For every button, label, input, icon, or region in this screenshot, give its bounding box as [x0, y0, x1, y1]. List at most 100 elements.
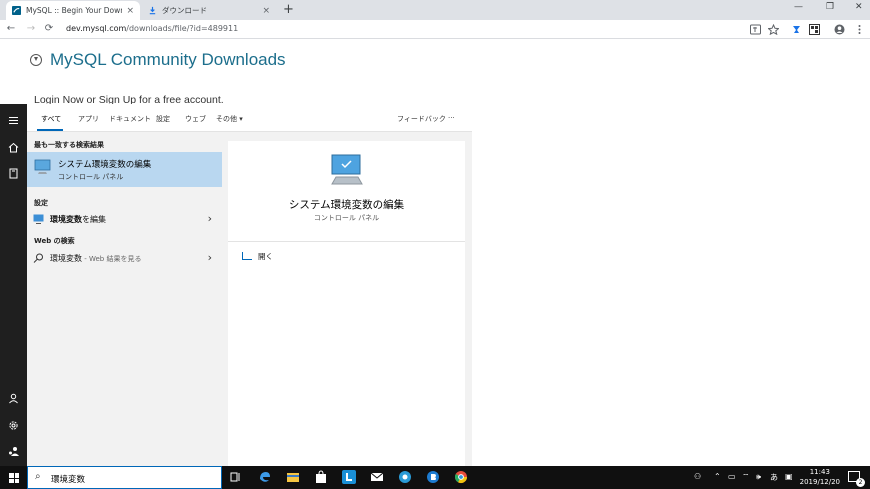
more-options-button[interactable]: ··· [448, 114, 455, 122]
page-title: MySQL Community Downloads [50, 50, 286, 69]
people-icon[interactable]: ⚇ [694, 472, 701, 481]
settings-result-item[interactable]: 環境変数を編集 › [27, 211, 222, 229]
app-circle-icon[interactable] [398, 470, 412, 484]
notebook-icon[interactable] [7, 167, 20, 180]
best-match-name: システム環境変数の編集 [58, 160, 152, 170]
search-input-value: 環境変数 [51, 475, 86, 485]
mysql-favicon-icon [12, 6, 21, 15]
filter-tab-web[interactable]: ウェブ [185, 114, 206, 124]
reload-button[interactable]: ⟳ [42, 23, 56, 34]
feedback-button[interactable]: フィードバック [397, 114, 446, 124]
control-panel-large-icon [331, 154, 363, 185]
best-match-header: 最も一致する検索結果 [34, 141, 104, 149]
filter-tab-apps[interactable]: アプリ [78, 114, 99, 124]
download-icon [149, 6, 156, 15]
qr-code-icon[interactable] [809, 24, 820, 35]
l-app-icon[interactable] [342, 470, 356, 484]
tab-downloads[interactable]: ダウンロード × [142, 1, 276, 20]
back-button[interactable]: ← [4, 23, 18, 34]
hamburger-menu-icon[interactable] [7, 114, 20, 127]
tab-title: ダウンロード [162, 6, 207, 15]
detail-divider [228, 241, 465, 242]
settings-header: 設定 [34, 199, 48, 207]
translate-icon[interactable] [750, 24, 761, 35]
filter-tab-more[interactable]: その他 ▾ [216, 114, 243, 124]
best-match-subtitle: コントロール パネル [58, 173, 124, 181]
notification-count-badge: 2 [856, 478, 865, 487]
profile-avatar-icon[interactable] [834, 24, 845, 35]
browser-toolbar: ← → ⟳ dev.mysql.com/downloads/file/?id=4… [0, 20, 870, 39]
settings-action: を編集 [82, 215, 106, 224]
app-b-icon[interactable] [426, 470, 440, 484]
windows-logo-icon [9, 473, 19, 483]
best-match-item[interactable]: システム環境変数の編集 コントロール パネル [27, 152, 222, 187]
close-window-button[interactable]: ✕ [855, 2, 863, 12]
control-panel-computer-icon [34, 159, 51, 174]
edge-browser-icon[interactable] [258, 470, 272, 484]
action-center-pin-icon[interactable]: ▣ [785, 472, 793, 481]
mail-icon[interactable] [370, 470, 384, 484]
battery-icon[interactable]: ▭ [728, 472, 736, 481]
clock-time: 11:43 [809, 468, 830, 476]
ime-indicator[interactable]: あ [770, 472, 778, 483]
menu-kebab-icon[interactable] [854, 24, 865, 35]
tab-mysql[interactable]: MySQL :: Begin Your Download × [6, 1, 140, 20]
filter-tab-all[interactable]: すべて [41, 114, 61, 124]
web-result-item[interactable]: 環境変数 - Web 結果を見る › [27, 250, 222, 268]
chrome-icon[interactable] [454, 470, 468, 484]
volume-icon[interactable]: 🕪 [756, 472, 761, 482]
network-icon[interactable]: ⌔ [742, 472, 750, 482]
chevron-right-icon[interactable]: › [208, 251, 212, 264]
tab-strip: MySQL :: Begin Your Download × ダウンロード × … [0, 0, 870, 20]
open-action[interactable]: 開く [242, 251, 273, 262]
settings-gear-icon[interactable] [7, 419, 20, 432]
detail-subtitle: コントロール パネル [313, 214, 380, 222]
maximize-button[interactable]: ❐ [826, 2, 834, 12]
address-bar[interactable]: dev.mysql.com/downloads/file/?id=489911 [66, 24, 238, 33]
close-tab-icon[interactable]: × [126, 6, 134, 16]
settings-result-label: 環境変数を編集 [50, 214, 106, 225]
file-explorer-icon[interactable] [286, 470, 300, 484]
store-icon[interactable] [314, 470, 328, 484]
new-tab-button[interactable]: + [283, 2, 294, 17]
active-tab-indicator [37, 129, 63, 131]
chevron-up-icon[interactable]: ⌃ [714, 472, 721, 481]
clock-date: 2019/12/20 [799, 478, 840, 486]
open-label: 開く [258, 252, 273, 261]
bookmark-star-icon[interactable] [768, 24, 779, 35]
search-icon: ⌕ [35, 471, 41, 482]
taskbar: ⌕ 環境変数 ⚇ ⌃ ▭ ⌔ 🕪 あ ▣ 11:43 2019/12/20 2 [0, 466, 870, 489]
detail-pane: システム環境変数の編集 コントロール パネル 開く [228, 141, 465, 466]
detail-title: システム環境変数の編集 [288, 199, 405, 211]
web-search-header: Web の検索 [34, 237, 75, 245]
open-icon [242, 252, 252, 260]
search-icon [33, 253, 43, 263]
home-icon[interactable] [7, 141, 20, 154]
chevron-right-icon[interactable]: › [208, 212, 212, 225]
close-tab-icon[interactable]: × [262, 6, 270, 16]
download-circle-icon [30, 54, 42, 66]
extension-icon[interactable] [791, 24, 802, 35]
filter-tab-documents[interactable]: ドキュメント [109, 114, 151, 124]
web-hint: - Web 結果を見る [82, 255, 142, 263]
search-panel: すべて アプリ ドキュメント 設定 ウェブ その他 ▾ フィードバック ··· … [27, 104, 472, 466]
filter-tab-settings[interactable]: 設定 [156, 114, 170, 124]
url-host: dev.mysql.com [66, 24, 127, 33]
start-rail [0, 104, 27, 466]
web-term: 環境変数 [50, 254, 82, 263]
taskbar-search-box[interactable]: ⌕ 環境変数 [27, 466, 222, 489]
results-list: 最も一致する検索結果 システム環境変数の編集 コントロール パネル 設定 環境変… [27, 132, 222, 466]
user-switch-icon[interactable] [7, 445, 20, 458]
clock[interactable]: 11:43 2019/12/20 [800, 467, 840, 487]
monitor-icon [33, 214, 44, 224]
user-icon[interactable] [7, 392, 20, 405]
web-result-label: 環境変数 - Web 結果を見る [50, 253, 141, 264]
settings-term: 環境変数 [50, 215, 82, 224]
minimize-button[interactable]: — [794, 2, 803, 12]
start-button[interactable] [0, 466, 27, 489]
tab-title: MySQL :: Begin Your Download [26, 6, 122, 15]
url-path: /downloads/file/?id=489911 [126, 24, 239, 33]
forward-button[interactable]: → [24, 23, 38, 34]
filter-bar: すべて アプリ ドキュメント 設定 ウェブ その他 ▾ フィードバック ··· [27, 104, 472, 132]
task-view-icon[interactable] [229, 470, 243, 484]
